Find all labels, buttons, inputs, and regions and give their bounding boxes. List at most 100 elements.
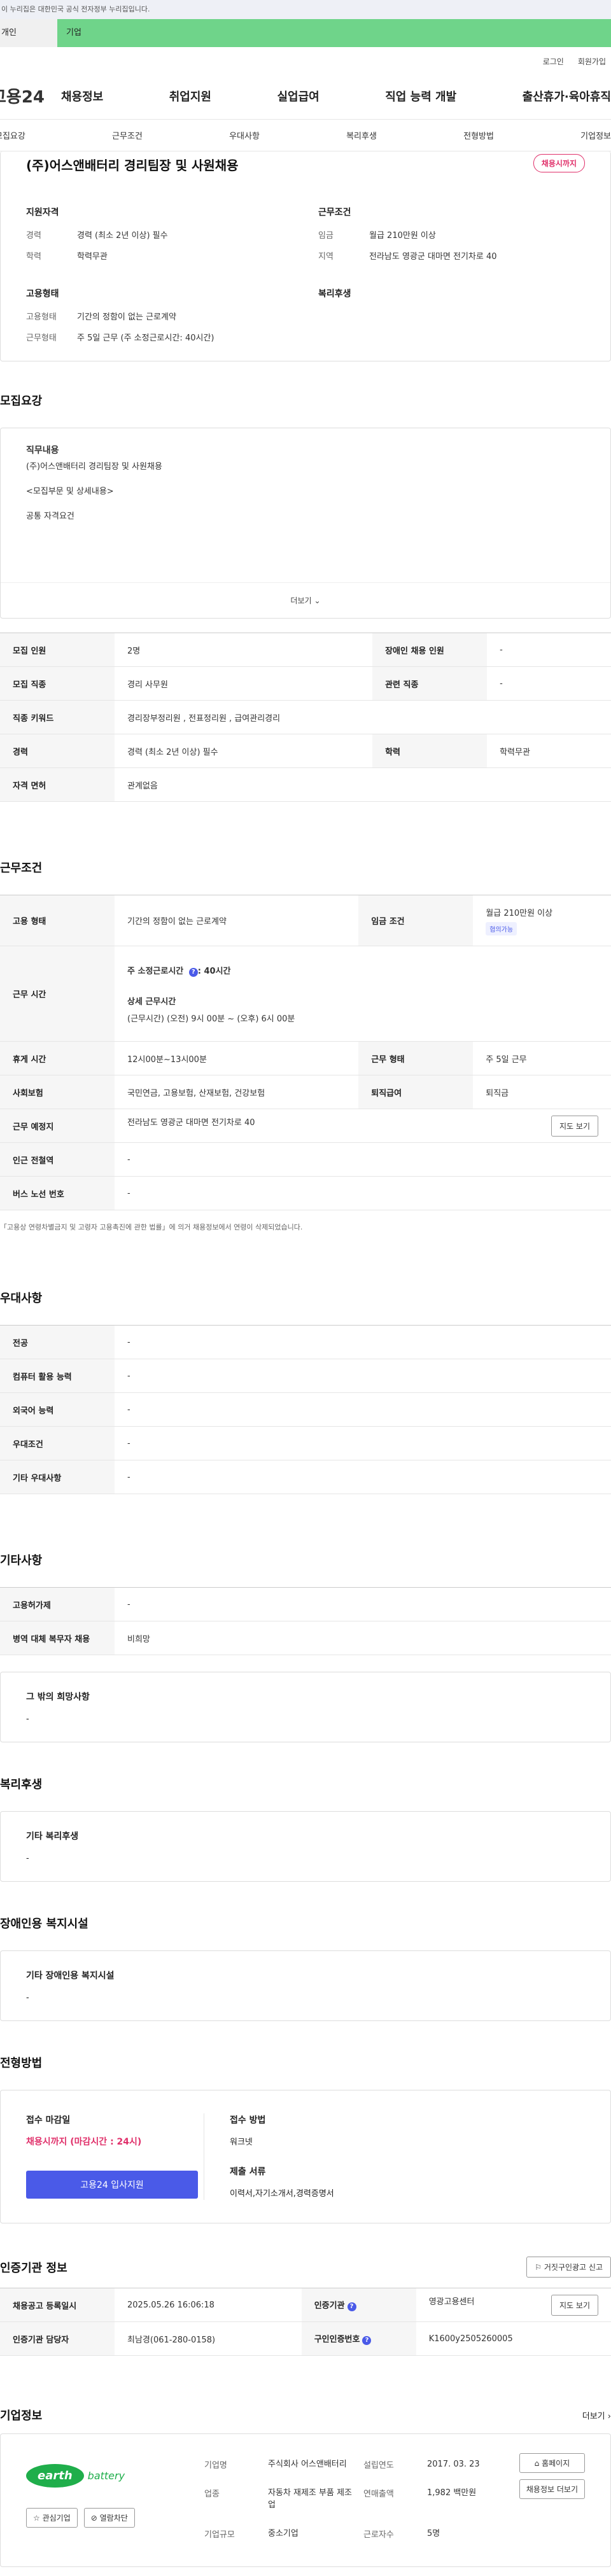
negotiable-chip: 협의가능 [486,921,517,935]
card-value: - [26,1854,29,1863]
info-icon[interactable]: ? [362,2336,372,2345]
company-left: earth battery ☆ 관심기업 ⊘ 열람차단 [26,2453,204,2547]
table-value: 국민연금, 고용보험, 산재보험, 건강보험 [115,1075,359,1109]
table-value: 12시00분~13시00분 [115,1041,359,1075]
info-icon[interactable]: ? [188,967,198,977]
login-link[interactable]: 로그인 [543,56,564,73]
apply-card: 접수 마감일 채용시까지 (마감시간 : 24시) 고용24 입사지원 접수 방… [0,2090,611,2223]
subnav-company[interactable]: 기업정보 [580,129,611,141]
duties-heading: 직무내용 [26,445,59,456]
table-row: 병역 대체 복무자 채용 비희망 [0,1621,611,1655]
agency-table: 채용공고 등록일시 2025.05.26 16:06:18 인증기관? 영광고용센… [0,2288,611,2356]
agency-key-label: 구인인증번호 [314,2335,360,2344]
section-title-company: 기업정보 [0,2409,43,2423]
report-label: 거짓구인광고 신고 [544,2263,603,2272]
table-value: 2명 [115,633,373,667]
card-value: - [26,1993,29,2003]
table-value: 경력 (최소 2년 이상) 필수 [115,734,373,768]
table-key: 병역 대체 복무자 채용 [0,1621,115,1655]
table-value: - [487,666,611,701]
table-key: 고용 형태 [0,895,115,946]
more-button[interactable]: 더보기 ⌄ [1,582,610,618]
subnav-welfare[interactable]: 복리후생 [346,129,377,141]
card-value: - [26,1714,29,1724]
table-value: 전라남도 영광군 대마면 전기차로 40 [127,1117,255,1128]
table-row: 사회보험 국민연금, 고용보험, 산재보험, 건강보험 퇴직급여 퇴직금 [0,1075,611,1109]
table-key: 학력 [372,734,488,768]
summary-employ: 고용형태 고용형태 기간의 정함이 없는 근로계약 근무형태 주 5일 근무 (주 … [26,287,293,352]
table-key: 구인인증번호? [301,2321,416,2356]
join-link[interactable]: 회원가입 [578,56,606,73]
location-cell: 전라남도 영광군 대마면 전기차로 40 지도 보기 [115,1109,611,1143]
etc-table: 고용허가제 - 병역 대체 복무자 채용 비희망 [0,1587,611,1655]
gnb-item-jobs[interactable]: 채용정보 [61,88,103,104]
favorite-label: 관심기업 [42,2514,71,2523]
gnb-item-training[interactable]: 직업 능력 개발 [385,88,456,104]
report-button[interactable]: ⚐ 거짓구인광고 신고 [526,2257,611,2278]
gnb-item-leave[interactable]: 출산휴가·육아휴직 [523,88,611,104]
gnb-item-benefit[interactable]: 실업급여 [277,88,320,104]
preference-table: 전공 - 컴퓨터 활용 능력 - 외국어 능력 - 우대조건 - 기타 우대사항 - [0,1325,611,1494]
table-key: 휴게 시간 [0,1041,115,1075]
company-key: 연매출액 [363,2489,394,2499]
summary-value: 학력무관 [77,252,108,262]
block-button[interactable]: ⊘ 열람차단 [83,2508,135,2528]
summary-welfare: 복리후생 [318,287,585,352]
table-value: 퇴직금 [473,1075,611,1109]
company-more-link[interactable]: 더보기 › [582,2409,611,2421]
subnav-recruit[interactable]: 모집요강 [0,129,25,141]
company-card: earth battery ☆ 관심기업 ⊘ 열람차단 기업명 주식회사 어스앤배… [0,2433,611,2567]
chevron-down-icon: ⌄ [314,596,321,605]
block-icon: ⊘ [90,2514,100,2523]
table-row: 모집 직종 경리 사무원 관련 직종 - [0,666,611,701]
section-title-etc: 기타사항 [0,1554,43,1567]
section-title-disability: 장애인용 복지시설 [0,1917,88,1931]
table-key: 자격 면허 [0,767,115,802]
favorite-button[interactable]: ☆ 관심기업 [26,2508,78,2528]
table-value: 영광고용센터 [428,2297,475,2307]
disability-card: 기타 장애인용 복지시설 - [0,1950,611,2021]
subnav-preference[interactable]: 우대사항 [229,129,260,141]
table-row: 자격 면허 관계없음 [0,767,611,802]
card-heading: 그 밖의 희망사항 [26,1692,90,1702]
homepage-button[interactable]: ⌂ 홈페이지 [519,2453,585,2473]
section-title-apply: 전형방법 [0,2057,43,2070]
tab-person[interactable]: 개인 [0,19,57,47]
site-logo[interactable]: 고용24 [0,84,61,108]
tab-business[interactable]: 기업 [57,19,611,47]
gnb-item-support[interactable]: 취업지원 [169,88,211,104]
table-row: 휴게 시간 12시00분~13시00분 근무 형태 주 5일 근무 [0,1041,611,1075]
table-value: 최남경(061-280-0158) [115,2321,302,2356]
apply-button[interactable]: 고용24 입사지원 [26,2171,198,2199]
table-value: 비희망 [115,1621,611,1655]
company-key: 근로자수 [363,2530,394,2540]
block-label: 열람차단 [99,2514,128,2523]
table-key: 모집 직종 [0,666,115,701]
table-key: 버스 노선 번호 [0,1176,115,1210]
map-button[interactable]: 지도 보기 [551,1115,598,1137]
more-label: 더보기 [290,596,312,605]
util-links: 로그인 회원가입 [0,47,611,73]
duties-card: 직무내용 (주)어스앤배터리 경리팀장 및 사원채용 <모집부문 및 상세내용>… [0,428,611,619]
summary-work: 근무조건 임금 월급 210만원 이상 지역 전라남도 영광군 대마면 전기차로 4… [318,206,585,270]
table-key: 장애인 채용 인원 [372,633,488,667]
agency-header: 인증기관 정보 ⚐ 거짓구인광고 신고 [0,2257,611,2278]
company-logo: earth battery [26,2453,141,2498]
subnav-apply[interactable]: 전형방법 [463,129,494,141]
other-wish-card: 그 밖의 희망사항 - [0,1672,611,1742]
table-key: 근무 예정지 [0,1109,115,1143]
table-row: 근무 시간 주 소정근로시간 ?: 40시간 상세 근무시간 (근무시간) (오… [0,946,611,1042]
table-value: 학력무관 [487,734,611,768]
company-key: 기업규모 [204,2530,235,2540]
company-value: 2017. 03. 23 [427,2460,480,2469]
card-heading: 기타 복리후생 [26,1831,79,1842]
duties-line: (주)어스앤배터리 경리팀장 및 사원채용 [26,462,162,472]
agency-map-button[interactable]: 지도 보기 [551,2294,598,2316]
info-icon[interactable]: ? [347,2302,356,2311]
subnav-conditions[interactable]: 근무조건 [112,129,143,141]
company-key: 설립연도 [363,2461,394,2470]
top-tabs: 개인 기업 [0,19,611,47]
hours-detail-label: 상세 근무시간 [127,997,176,1007]
more-jobs-button[interactable]: 채용정보 더보기 [519,2479,585,2499]
table-value: - [115,1325,611,1359]
